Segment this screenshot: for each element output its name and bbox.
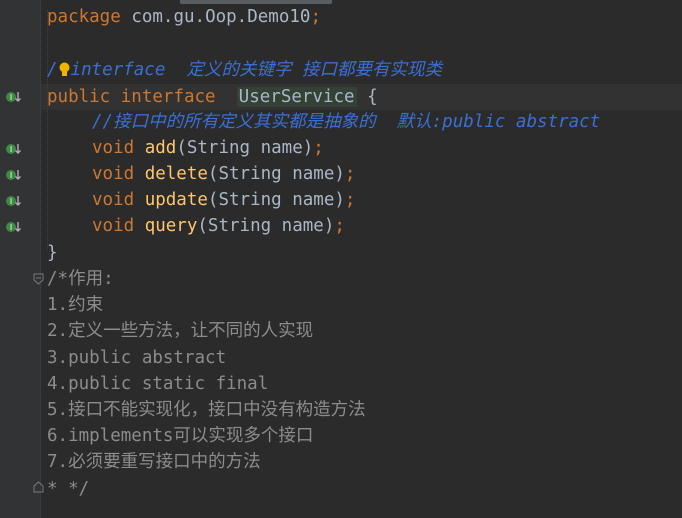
block-comment-line[interactable]: * */	[47, 476, 89, 502]
keyword-public: public	[47, 87, 111, 107]
method-params: (String name)	[207, 190, 345, 210]
code-line-close-brace[interactable]: }	[47, 240, 58, 266]
close-brace: }	[47, 243, 58, 263]
block-comment-text: /*作用:	[47, 269, 114, 289]
block-comment-line[interactable]: 2.定义一些方法，让不同的人实现	[47, 318, 313, 344]
block-comment-text: 4.public static final	[47, 374, 269, 394]
svg-text:I: I	[10, 93, 12, 102]
package-name: com.gu.Oop.Demo10	[131, 7, 311, 27]
block-comment-text: 3.public abstract	[47, 348, 227, 368]
svg-text:I: I	[10, 197, 12, 206]
interface-name: UserService	[236, 87, 357, 107]
semicolon: ;	[344, 164, 356, 184]
semicolon: ;	[334, 216, 345, 236]
fold-end-icon[interactable]	[33, 481, 44, 493]
gutter[interactable]	[0, 0, 40, 518]
code-line-method-delete[interactable]: void delete(String name);	[47, 161, 355, 187]
block-comment-line[interactable]: 3.public abstract	[47, 345, 226, 371]
abstract-comment: //接口中的所有定义其实都是抽象的 默认:public abstract	[92, 112, 601, 132]
method-name: delete	[144, 164, 208, 184]
semicolon: ;	[310, 7, 321, 27]
block-comment-line[interactable]: 1.约束	[47, 292, 103, 318]
block-comment-line[interactable]: /*作用:	[47, 266, 114, 292]
code-line-abstract-comment[interactable]: //接口中的所有定义其实都是抽象的 默认:public abstract	[47, 109, 600, 135]
gutter-separator	[40, 0, 41, 518]
semicolon: ;	[344, 190, 356, 210]
block-comment-line[interactable]: 7.必须要重写接口中的方法	[47, 449, 261, 475]
block-comment-text: 2.定义一些方法，让不同的人实现	[47, 321, 314, 341]
block-comment-text: 6.implements可以实现多个接口	[47, 426, 314, 446]
method-name: add	[144, 138, 177, 158]
lightbulb-icon[interactable]	[59, 62, 70, 77]
method-name: query	[144, 216, 198, 236]
method-params: (String name)	[197, 216, 335, 236]
keyword-package: package	[47, 7, 121, 27]
keyword-void: void	[92, 216, 135, 236]
keyword-void: void	[92, 190, 135, 210]
block-comment-text: 1.约束	[47, 295, 104, 315]
implemented-method-icon[interactable]: I	[5, 194, 23, 208]
block-comment-line[interactable]: 4.public static final	[47, 371, 268, 397]
keyword-void: void	[92, 138, 135, 158]
interface-comment: interface 定义的关键字 接口都要有实现类	[70, 60, 442, 80]
method-params: (String name)	[207, 164, 345, 184]
code-line-interface-comment[interactable]: / interface 定义的关键字 接口都要有实现类	[47, 57, 442, 83]
svg-text:I: I	[10, 171, 12, 180]
method-name: update	[144, 190, 208, 210]
svg-text:I: I	[10, 223, 12, 232]
code-line-method-query[interactable]: void query(String name);	[47, 213, 345, 239]
block-comment-line[interactable]: 6.implements可以实现多个接口	[47, 423, 313, 449]
open-brace: {	[356, 87, 378, 107]
keyword-interface: interface	[120, 87, 216, 107]
method-params: (String name)	[176, 138, 314, 158]
block-comment-text: 7.必须要重写接口中的方法	[47, 452, 261, 472]
svg-text:I: I	[10, 145, 12, 154]
implemented-method-icon[interactable]: I	[5, 168, 23, 182]
implemented-method-icon[interactable]: I	[5, 142, 23, 156]
fold-collapse-icon[interactable]	[33, 273, 44, 285]
comment-slash: /	[47, 60, 58, 80]
code-line-package[interactable]: package com.gu.Oop.Demo10;	[47, 4, 321, 30]
block-comment-text: 5.接口不能实现化，接口中没有构造方法	[47, 400, 366, 420]
keyword-void: void	[92, 164, 135, 184]
code-line-method-add[interactable]: void add(String name);	[47, 135, 324, 161]
block-comment-line[interactable]: 5.接口不能实现化，接口中没有构造方法	[47, 397, 366, 423]
implemented-method-icon[interactable]: I	[5, 90, 23, 104]
implemented-method-icon[interactable]: I	[5, 220, 23, 234]
block-comment-text: * */	[47, 479, 90, 499]
semicolon: ;	[313, 138, 324, 158]
code-line-interface-declaration[interactable]: public interface UserService {	[47, 84, 378, 110]
code-editor[interactable]: I I I I I package com.gu.Oop.Demo10; / in…	[0, 0, 682, 518]
code-line-method-update[interactable]: void update(String name);	[47, 187, 355, 213]
